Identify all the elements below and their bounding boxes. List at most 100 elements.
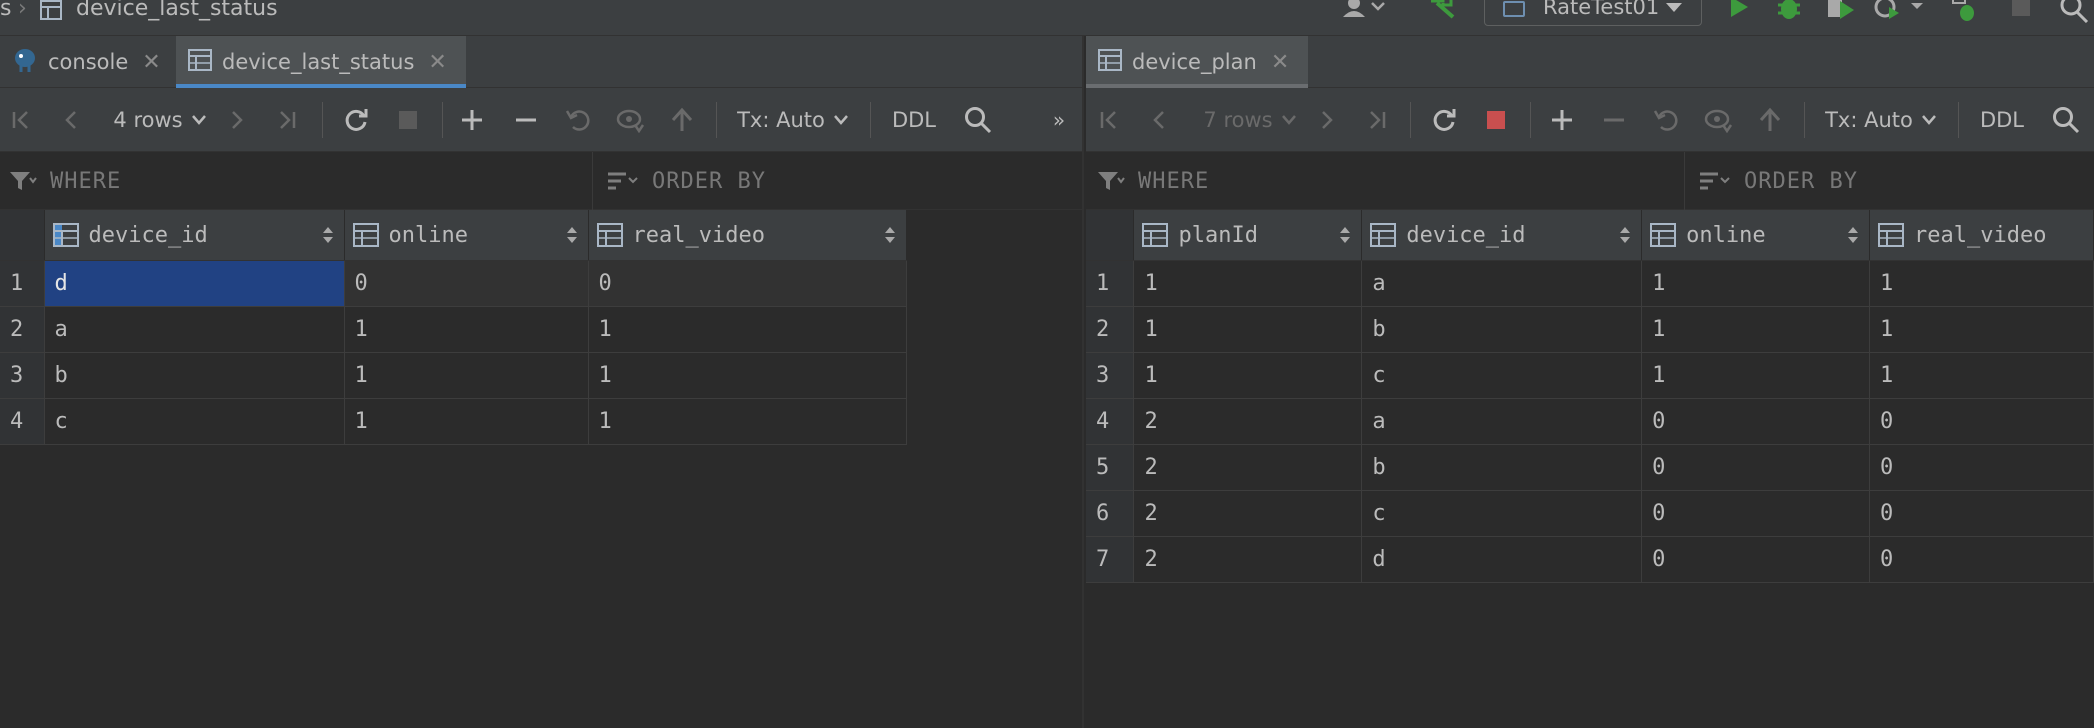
row-number[interactable]: 3 xyxy=(0,352,45,399)
last-page-icon[interactable] xyxy=(1362,102,1392,138)
row-number[interactable]: 5 xyxy=(1086,444,1135,491)
row-count-selector[interactable]: 4 rows xyxy=(104,102,216,138)
row-number[interactable]: 4 xyxy=(1086,398,1135,445)
column-header-device-id[interactable]: device_id xyxy=(1361,210,1643,261)
search-icon[interactable] xyxy=(2048,102,2084,138)
table-cell[interactable]: 2 xyxy=(1133,536,1363,583)
last-page-icon[interactable] xyxy=(272,102,302,138)
column-header-device-id[interactable]: device_id xyxy=(44,210,345,261)
table-cell[interactable]: 1 xyxy=(588,306,907,353)
transaction-mode-selector[interactable]: Tx: Auto xyxy=(1822,102,1940,138)
table-cell[interactable]: c xyxy=(1361,352,1643,399)
table-cell[interactable]: 0 xyxy=(1641,444,1871,491)
row-number[interactable]: 6 xyxy=(1086,490,1135,537)
tab-console[interactable]: console ✕ xyxy=(0,36,174,88)
close-icon[interactable]: ✕ xyxy=(1271,50,1289,75)
breadcrumb-prefix[interactable]: s xyxy=(0,0,11,21)
row-number[interactable]: 4 xyxy=(0,398,45,445)
add-row-icon[interactable] xyxy=(454,102,490,138)
previous-page-icon[interactable] xyxy=(56,102,86,138)
transaction-mode-selector[interactable]: Tx: Auto xyxy=(734,102,852,138)
table-cell[interactable]: 1 xyxy=(1869,306,2094,353)
table-row[interactable]: 2 a 1 1 xyxy=(0,306,907,353)
table-row[interactable]: 1 1 a 1 1 xyxy=(1086,260,2094,307)
table-row[interactable]: 5 2 b 0 0 xyxy=(1086,444,2094,491)
revert-icon[interactable] xyxy=(560,102,596,138)
revert-icon[interactable] xyxy=(1648,102,1684,138)
stop-query-icon[interactable] xyxy=(1478,102,1514,138)
table-cell[interactable]: d xyxy=(44,260,345,307)
table-cell[interactable]: 1 xyxy=(1133,260,1363,307)
preview-changes-icon[interactable] xyxy=(1700,102,1736,138)
row-number[interactable]: 2 xyxy=(0,306,45,353)
ddl-button[interactable]: DDL xyxy=(1974,102,2030,138)
table-cell[interactable]: 0 xyxy=(588,260,907,307)
table-cell[interactable]: 1 xyxy=(344,352,589,399)
profile-icon[interactable] xyxy=(1872,0,1928,22)
table-cell[interactable]: 1 xyxy=(588,352,907,399)
row-number[interactable]: 1 xyxy=(1086,260,1135,307)
attach-debugger-icon[interactable] xyxy=(1950,0,1980,24)
table-cell[interactable]: 0 xyxy=(1641,536,1871,583)
table-cell[interactable]: 2 xyxy=(1133,444,1363,491)
table-cell[interactable]: a xyxy=(1361,398,1643,445)
submit-icon[interactable] xyxy=(664,102,700,138)
table-cell[interactable]: 0 xyxy=(1869,398,2094,445)
order-by-filter[interactable]: ORDER BY xyxy=(1698,152,1858,210)
build-hammer-icon[interactable] xyxy=(1428,0,1458,20)
column-header-real-video[interactable]: real_video xyxy=(1869,210,2094,261)
user-icon[interactable] xyxy=(1340,0,1390,20)
table-cell[interactable]: 0 xyxy=(1869,490,2094,537)
table-cell[interactable]: 1 xyxy=(1133,306,1363,353)
table-cell[interactable]: 1 xyxy=(1641,306,1871,353)
table-row[interactable]: 3 b 1 1 xyxy=(0,352,907,399)
table-row[interactable]: 7 2 d 0 0 xyxy=(1086,536,2094,583)
first-page-icon[interactable] xyxy=(6,102,36,138)
row-number[interactable]: 2 xyxy=(1086,306,1135,353)
row-count-selector[interactable]: 7 rows xyxy=(1194,102,1306,138)
column-header-planid[interactable]: planId xyxy=(1133,210,1363,261)
breadcrumb-table[interactable]: device_last_status xyxy=(76,0,278,21)
refresh-icon[interactable] xyxy=(338,102,374,138)
table-cell[interactable]: 0 xyxy=(344,260,589,307)
table-row[interactable]: 4 2 a 0 0 xyxy=(1086,398,2094,445)
stop-icon[interactable] xyxy=(390,102,426,138)
first-page-icon[interactable] xyxy=(1094,102,1124,138)
table-cell[interactable]: a xyxy=(1361,260,1643,307)
table-row[interactable]: 2 1 b 1 1 xyxy=(1086,306,2094,353)
table-cell[interactable]: d xyxy=(1361,536,1643,583)
search-icon[interactable] xyxy=(960,102,996,138)
table-cell[interactable]: b xyxy=(1361,444,1643,491)
row-number[interactable]: 3 xyxy=(1086,352,1135,399)
table-cell[interactable]: 0 xyxy=(1869,444,2094,491)
search-icon[interactable] xyxy=(2058,0,2090,24)
table-cell[interactable]: 1 xyxy=(1869,260,2094,307)
preview-changes-icon[interactable] xyxy=(612,102,648,138)
table-cell[interactable]: 2 xyxy=(1133,490,1363,537)
close-icon[interactable]: ✕ xyxy=(428,50,446,75)
next-page-icon[interactable] xyxy=(222,102,252,138)
table-cell[interactable]: 0 xyxy=(1641,490,1871,537)
table-cell[interactable]: 1 xyxy=(1133,352,1363,399)
table-cell[interactable]: b xyxy=(1361,306,1643,353)
column-header-online[interactable]: online xyxy=(344,210,589,261)
row-number[interactable]: 7 xyxy=(1086,536,1135,583)
coverage-icon[interactable] xyxy=(1824,0,1858,22)
debug-icon[interactable] xyxy=(1774,0,1804,22)
table-row[interactable]: 1 d 0 0 xyxy=(0,260,907,307)
more-actions-icon[interactable]: » xyxy=(1044,102,1074,138)
table-cell[interactable]: 1 xyxy=(1641,260,1871,307)
row-number[interactable]: 1 xyxy=(0,260,45,307)
table-cell[interactable]: 0 xyxy=(1869,536,2094,583)
delete-row-icon[interactable] xyxy=(508,102,544,138)
run-icon[interactable] xyxy=(1726,0,1752,20)
delete-row-icon[interactable] xyxy=(1596,102,1632,138)
column-header-online[interactable]: online xyxy=(1641,210,1871,261)
tab-device-plan[interactable]: device_plan ✕ xyxy=(1086,36,1308,88)
submit-icon[interactable] xyxy=(1752,102,1788,138)
table-cell[interactable]: 1 xyxy=(344,398,589,445)
where-filter[interactable]: WHERE xyxy=(8,152,121,210)
table-cell[interactable]: 1 xyxy=(344,306,589,353)
close-icon[interactable]: ✕ xyxy=(142,50,160,75)
run-configuration-selector[interactable]: RateTest01 xyxy=(1484,0,1702,26)
